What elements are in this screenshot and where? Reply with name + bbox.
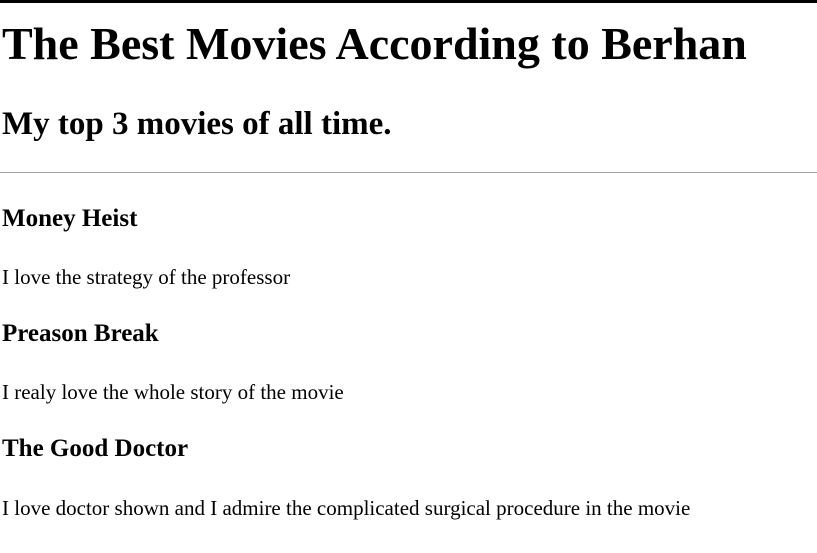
movie-title: Preason Break bbox=[2, 320, 159, 347]
movie-title: The Good Doctor bbox=[2, 435, 189, 462]
divider bbox=[0, 172, 817, 173]
top-border bbox=[0, 0, 817, 3]
page-subtitle: My top 3 movies of all time. bbox=[2, 106, 392, 142]
movie-description: I love doctor shown and I admire the com… bbox=[2, 496, 691, 520]
movie-title: Money Heist bbox=[2, 205, 138, 232]
page-title: The Best Movies According to Berhan bbox=[2, 18, 747, 69]
movie-description: I realy love the whole story of the movi… bbox=[2, 380, 344, 404]
movie-description: I love the strategy of the professor bbox=[2, 265, 291, 289]
